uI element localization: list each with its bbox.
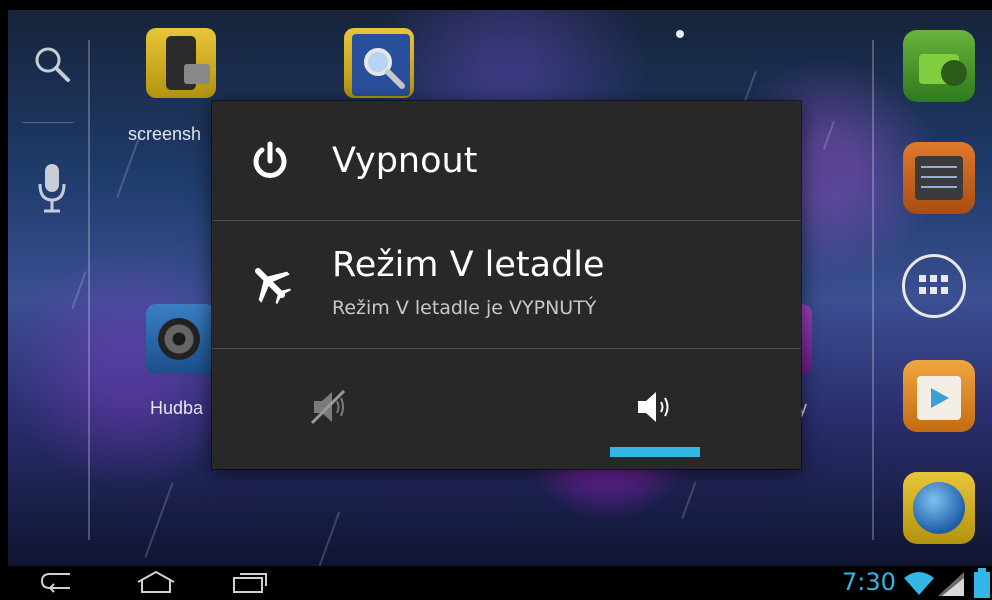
es-badge	[941, 60, 967, 86]
speaker-glyph	[158, 318, 200, 360]
music-app-icon[interactable]	[146, 304, 216, 374]
airplane-mode-label: Režim V letadle	[332, 245, 605, 285]
power-off-option[interactable]: Vypnout	[212, 101, 801, 219]
back-icon[interactable]	[40, 570, 80, 596]
clock: 7:30	[842, 568, 896, 596]
selected-indicator	[610, 447, 700, 457]
slider-line	[921, 176, 957, 178]
search-icon[interactable]	[32, 44, 72, 84]
power-off-label: Vypnout	[332, 141, 478, 181]
wifi-icon	[904, 572, 934, 595]
app-label-music: Hudba	[150, 398, 204, 418]
search-divider	[22, 122, 74, 123]
settings-panel	[915, 156, 963, 200]
slider-line	[921, 166, 957, 168]
wallpaper-streak	[822, 120, 836, 150]
wallpaper-streak	[71, 270, 87, 310]
airplane-icon	[254, 267, 292, 305]
wallpaper-dot	[676, 30, 684, 38]
airplane-mode-option[interactable]: Režim V letadle Režim V letadle je VYPNU…	[212, 221, 801, 347]
mic-icon[interactable]	[36, 162, 68, 218]
globe-glyph	[913, 482, 965, 534]
browser-icon[interactable]	[903, 472, 975, 544]
volume-on-icon	[638, 392, 669, 422]
left-divider	[88, 40, 90, 540]
power-icon	[253, 141, 287, 178]
recent-apps-icon[interactable]	[230, 570, 270, 596]
home-icon[interactable]	[134, 570, 178, 596]
right-divider	[872, 40, 874, 540]
play-triangle	[931, 388, 949, 408]
battery-icon	[974, 568, 990, 598]
settings-icon[interactable]	[903, 142, 975, 214]
wallpaper-streak	[317, 511, 341, 566]
app-label-screenshot: screensh	[128, 124, 202, 144]
silent-mode-button[interactable]	[212, 349, 506, 461]
wallpaper-streak	[144, 482, 174, 558]
all-apps-icon[interactable]	[902, 254, 966, 318]
camera-glyph	[184, 64, 210, 84]
wallpaper-streak	[681, 480, 697, 520]
grid-glyph	[919, 275, 948, 294]
airplane-mode-status: Režim V letadle je VYPNUTÝ	[332, 297, 597, 319]
magnifier-glyph	[364, 48, 405, 89]
signal-icon	[938, 572, 964, 596]
screenshot-app-icon[interactable]	[146, 28, 216, 98]
search-app-icon[interactable]	[344, 28, 414, 98]
volume-muted-icon	[310, 389, 346, 425]
sound-on-button[interactable]	[506, 349, 800, 461]
slider-line	[921, 186, 957, 188]
es-file-explorer-icon[interactable]	[903, 30, 975, 102]
power-options-dialog: Vypnout Režim V letadle Režim V letadle …	[212, 101, 801, 469]
play-store-icon[interactable]	[903, 360, 975, 432]
